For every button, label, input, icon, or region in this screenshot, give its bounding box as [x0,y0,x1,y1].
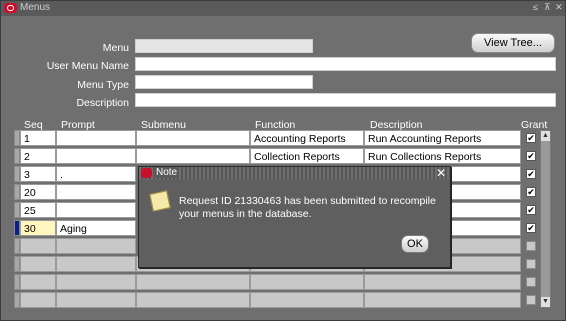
seq-cell[interactable] [20,274,56,290]
close-icon[interactable]: ✕ [555,2,563,13]
seq-cell[interactable] [20,238,56,254]
description-cell[interactable]: Run Accounting Reports [364,130,521,146]
seq-cell[interactable]: 1 [20,130,56,146]
prompt-cell[interactable] [56,202,136,218]
grant-checkbox[interactable]: ✔ [526,223,536,233]
submenu-cell[interactable] [136,292,250,308]
user-menu-name-field[interactable] [135,57,556,71]
scroll-up-icon[interactable]: ▲ [541,131,550,141]
dialog-message: Request ID 21330463 has been submitted t… [179,195,436,220]
grant-checkbox[interactable] [526,259,536,269]
dialog-title: Note [154,167,180,178]
seq-cell[interactable]: 30 [20,220,56,236]
view-tree-button[interactable]: View Tree... [471,33,555,53]
description-cell[interactable] [450,238,521,254]
description-cell[interactable] [364,292,521,308]
seq-cell[interactable]: 25 [20,202,56,218]
note-dialog: Note ✕ Request ID 21330463 has been subm… [138,166,451,268]
user-menu-name-label: User Menu Name [46,60,129,72]
prompt-cell[interactable]: Aging [56,220,136,236]
title-bar: Menus ≤ ⊼ ✕ [1,1,565,16]
prompt-cell[interactable] [56,238,136,254]
menu-label: Menu [102,42,129,54]
function-cell[interactable]: Collection Reports [250,148,364,164]
prompt-cell[interactable] [56,184,136,200]
menu-type-field[interactable] [135,75,313,89]
description-cell[interactable] [364,274,521,290]
prompt-cell[interactable] [56,148,136,164]
scroll-down-icon[interactable]: ▼ [541,297,550,307]
grant-checkbox[interactable]: ✔ [526,151,536,161]
description-label: Description [76,97,129,109]
description-cell[interactable] [450,166,521,182]
oracle-logo-icon [4,3,17,13]
seq-cell[interactable]: 2 [20,148,56,164]
description-cell[interactable] [450,220,521,236]
grant-checkbox[interactable]: ✔ [526,133,536,143]
oracle-logo-icon [141,168,152,178]
prompt-cell[interactable] [56,274,136,290]
function-cell[interactable] [250,292,364,308]
description-cell[interactable]: Run Collections Reports [364,148,521,164]
maximize-icon[interactable]: ⊼ [544,2,551,13]
grant-checkbox[interactable] [526,277,536,287]
vertical-scrollbar[interactable]: ▲ ▼ [540,130,551,308]
submenu-cell[interactable] [136,130,250,146]
description-cell[interactable] [450,184,521,200]
note-icon [149,190,171,212]
seq-cell[interactable] [20,292,56,308]
prompt-cell[interactable] [56,256,136,272]
description-field[interactable] [135,93,556,107]
submenu-cell[interactable] [136,274,250,290]
menu-field[interactable] [135,39,313,53]
menu-type-label: Menu Type [77,79,129,91]
prompt-cell[interactable]: . [56,166,136,182]
ok-button[interactable]: OK [401,235,429,253]
grant-checkbox[interactable]: ✔ [526,205,536,215]
seq-cell[interactable]: 20 [20,184,56,200]
grant-checkbox[interactable]: ✔ [526,187,536,197]
seq-cell[interactable] [20,256,56,272]
grant-checkbox[interactable] [526,241,536,251]
dialog-title-bar: Note ✕ [139,166,450,180]
submenu-cell[interactable] [136,148,250,164]
function-cell[interactable] [250,274,364,290]
description-cell[interactable] [450,202,521,218]
prompt-cell[interactable] [56,130,136,146]
minimize-icon[interactable]: ≤ [533,2,538,12]
prompt-cell[interactable] [56,292,136,308]
dialog-close-icon[interactable]: ✕ [436,166,446,180]
grant-checkbox[interactable]: ✔ [526,169,536,179]
grant-checkbox[interactable] [526,295,536,305]
function-cell[interactable]: Accounting Reports [250,130,364,146]
menus-window: Menus ≤ ⊼ ✕ View Tree... Menu User Menu … [0,0,566,321]
window-title: Menus [20,2,51,13]
seq-cell[interactable]: 3 [20,166,56,182]
